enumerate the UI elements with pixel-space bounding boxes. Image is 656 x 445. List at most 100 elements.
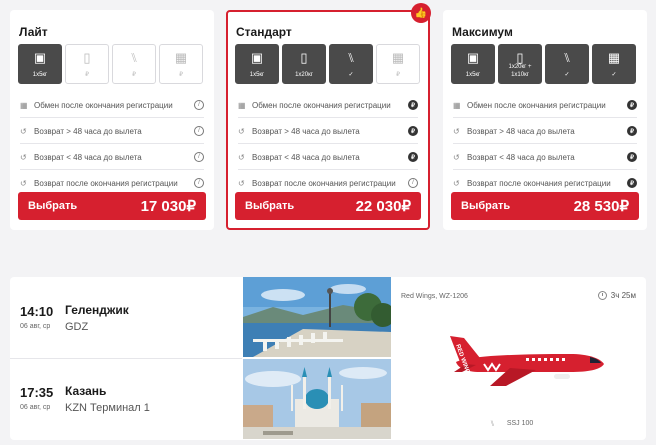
arrival-city-photo	[243, 359, 391, 439]
feature-seat: ⑊ ✓	[329, 44, 373, 84]
feature-seat: ⑊ ✓	[545, 44, 589, 84]
feature-caption: ✓	[564, 72, 570, 78]
feature-caption: 1x5кг	[32, 72, 48, 78]
return-icon: ↺	[20, 152, 27, 162]
tariff-card-lite[interactable]: Лайт ▣ 1x5кг ▯ ₽ ⑊ ₽ ▦ ₽ ▦ Обмен после окончания…	[10, 10, 214, 230]
return-icon: ↺	[20, 178, 27, 188]
paid-icon: ₽	[408, 152, 418, 162]
paid-icon: ₽	[408, 100, 418, 110]
feature-suitcase: ▯ ₽	[65, 44, 109, 84]
tariff-features: ▣ 1x5кг ▯ 1x20кг ⑊ ✓ ▦ ₽	[235, 44, 420, 84]
feature-caption: ✓	[348, 72, 354, 78]
departure-date: 06 авг, ср	[20, 323, 51, 330]
arrival-leg: 17:35 06 авг, ср Казань KZN Терминал 1	[10, 359, 242, 439]
return-icon: ↺	[20, 126, 27, 136]
feature-seat: ⑊ ₽	[112, 44, 156, 84]
condition-text: Обмен после окончания регистрации	[34, 100, 173, 110]
condition-row: ↺ Возврат > 48 часа до вылета ₽	[238, 124, 418, 138]
tariff-title: Максимум	[452, 25, 513, 39]
feature-bag: ▣ 1x5кг	[451, 44, 495, 84]
feature-caption: 1x20кг + 1x10кг	[508, 64, 532, 78]
select-tariff-button[interactable]: Выбрать 17 030₽	[18, 192, 206, 220]
calendar-icon: ▦	[607, 50, 621, 65]
arrival-date: 06 авг, ср	[20, 404, 51, 411]
aircraft-image: RED WINGS	[450, 334, 610, 393]
aircraft-model-label: SSJ 100	[506, 420, 534, 427]
return-icon: ↺	[453, 126, 460, 136]
suitcase-icon: ▯	[83, 50, 91, 65]
paid-icon: ₽	[627, 126, 637, 136]
feature-caption: 1x20кг	[295, 72, 313, 78]
bag-icon: ▣	[33, 50, 47, 65]
condition-divider	[453, 143, 637, 144]
paid-icon: ₽	[627, 100, 637, 110]
tariff-card-standard[interactable]: 👍 Стандарт ▣ 1x5кг ▯ 1x20кг ⑊ ✓ ▦ ₽ ▦ Обмен посл…	[226, 3, 431, 230]
not-allowed-icon: /	[194, 100, 204, 110]
feature-suitcase: ▯ 1x20кг + 1x10кг	[498, 44, 542, 84]
select-button-label: Выбрать	[28, 200, 78, 212]
return-icon: ↺	[453, 152, 460, 162]
condition-divider	[453, 117, 637, 118]
seat-icon: ⑊	[347, 50, 355, 65]
arrival-time: 17:35	[20, 385, 54, 400]
select-tariff-button[interactable]: Выбрать 28 530₽	[451, 192, 639, 220]
flight-duration: 3ч 25м	[597, 291, 636, 300]
condition-text: Возврат > 48 часа до вылета	[34, 126, 142, 136]
feature-bag: ▣ 1x5кг	[235, 44, 279, 84]
condition-text: Обмен после окончания регистрации	[252, 100, 391, 110]
condition-row: ↺ Возврат < 48 часа до вылета ₽	[238, 150, 418, 164]
not-allowed-icon: /	[194, 178, 204, 188]
calendar-small-icon: ▦	[238, 100, 246, 110]
tariff-title: Лайт	[19, 25, 48, 39]
paid-icon: ₽	[627, 152, 637, 162]
tariff-price: 22 030₽	[355, 198, 411, 215]
calendar-small-icon: ▦	[453, 100, 461, 110]
not-allowed-icon: /	[194, 152, 204, 162]
departure-airport-code: GDZ	[65, 321, 89, 333]
condition-row: ↺ Возврат после окончания регистрации ₽	[453, 176, 637, 190]
select-tariff-button[interactable]: Выбрать 22 030₽	[235, 192, 421, 220]
condition-text: Возврат после окончания регистрации	[34, 178, 178, 188]
condition-text: Возврат < 48 часа до вылета	[467, 152, 575, 162]
condition-text: Возврат > 48 часа до вылета	[467, 126, 575, 136]
feature-caption: ₽	[396, 72, 400, 78]
feature-caption: ₽	[132, 72, 136, 78]
feature-bag: ▣ 1x5кг	[18, 44, 62, 84]
return-icon: ↺	[238, 178, 245, 188]
seat-small-icon: ⑊	[490, 419, 495, 428]
seat-icon: ⑊	[130, 50, 138, 65]
condition-row: ↺ Возврат < 48 часа до вылета ₽	[453, 150, 637, 164]
condition-divider	[453, 169, 637, 170]
calendar-icon: ▦	[174, 50, 188, 65]
departure-city-photo	[243, 277, 391, 357]
select-button-label: Выбрать	[461, 200, 511, 212]
departure-leg: 14:10 06 авг, ср Геленджик GDZ	[10, 277, 242, 357]
condition-row: ▦ Обмен после окончания регистрации /	[20, 98, 204, 112]
feature-caption: ₽	[85, 72, 89, 78]
condition-row: ↺ Возврат после окончания регистрации /	[238, 176, 418, 190]
select-button-label: Выбрать	[245, 200, 295, 212]
departure-time: 14:10	[20, 304, 54, 319]
tariff-title: Стандарт	[236, 25, 292, 39]
return-icon: ↺	[453, 178, 460, 188]
calendar-icon: ▦	[391, 50, 405, 65]
bag-icon: ▣	[466, 50, 480, 65]
not-allowed-icon: /	[408, 178, 418, 188]
feature-caption: ✓	[611, 72, 617, 78]
tariff-card-maximum[interactable]: Максимум ▣ 1x5кг ▯ 1x20кг + 1x10кг ⑊ ✓ ▦ ✓ ▦ Обм…	[443, 10, 647, 230]
not-allowed-icon: /	[194, 126, 204, 136]
arrival-city: Казань	[65, 384, 107, 398]
flight-details-card: 14:10 06 авг, ср Геленджик GDZ 17:35 06 …	[10, 277, 646, 440]
condition-text: Обмен после окончания регистрации	[467, 100, 606, 110]
calendar-small-icon: ▦	[20, 100, 28, 110]
tariff-price: 17 030₽	[140, 198, 196, 215]
suitcase-icon: ▯	[300, 50, 308, 65]
condition-row: ▦ Обмен после окончания регистрации ₽	[238, 98, 418, 112]
seat-icon: ⑊	[563, 50, 571, 65]
condition-row: ↺ Возврат > 48 часа до вылета ₽	[453, 124, 637, 138]
aircraft-model: ⑊ SSJ 100	[490, 419, 533, 428]
condition-row: ▦ Обмен после окончания регистрации ₽	[453, 98, 637, 112]
condition-divider	[238, 169, 418, 170]
feature-calendar: ▦ ₽	[159, 44, 203, 84]
condition-divider	[238, 143, 418, 144]
